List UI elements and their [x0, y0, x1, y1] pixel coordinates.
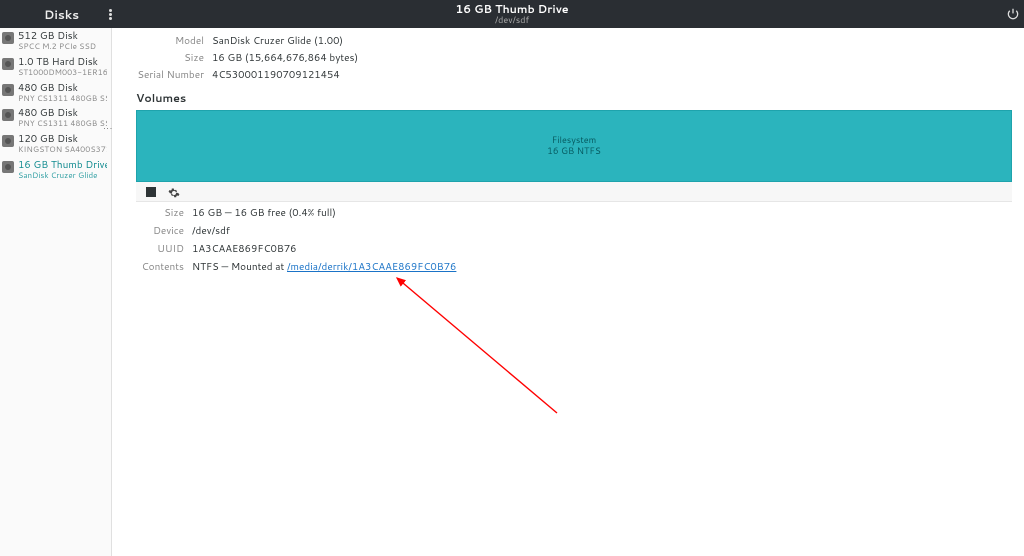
- unmount-button-icon[interactable]: [146, 187, 156, 197]
- sidebar-item-disk[interactable]: 480 GB Disk PNY CS1311 480GB SSD: [0, 105, 111, 131]
- sidebar-item-disk[interactable]: 512 GB Disk SPCC M.2 PCIe SSD: [0, 28, 111, 54]
- contents-prefix: NTFS — Mounted at: [192, 260, 287, 274]
- harddisk-icon: [2, 58, 14, 70]
- header-drive-info: 16 GB Thumb Drive /dev/sdf: [455, 3, 568, 25]
- size-value: 16 GB (15,664,676,864 bytes): [212, 51, 358, 65]
- sidebar-item-disk[interactable]: 1.0 TB Hard Disk ST1000DM003-1ER162: [0, 54, 111, 80]
- part-contents-label: Contents: [136, 260, 184, 274]
- disk-item-sub: PNY CS1311 480GB SSD: [18, 94, 107, 103]
- disk-item-sub: SPCC M.2 PCIe SSD: [18, 42, 96, 51]
- model-value: SanDisk Cruzer Glide (1.00): [212, 34, 343, 48]
- volume-settings-icon[interactable]: [168, 187, 178, 197]
- part-uuid-value: 1A3CAAE869FC0B76: [192, 242, 297, 256]
- model-label: Model: [136, 34, 204, 48]
- main-content: Model SanDisk Cruzer Glide (1.00) Size 1…: [112, 28, 1024, 556]
- part-uuid-label: UUID: [136, 242, 184, 256]
- harddisk-icon: [2, 135, 14, 147]
- size-label: Size: [136, 51, 204, 65]
- thumbdrive-icon: [2, 161, 14, 173]
- volume-partition[interactable]: Filesystem 16 GB NTFS: [136, 110, 1012, 182]
- serial-label: Serial Number: [136, 68, 204, 82]
- titlebar: Disks 16 GB Thumb Drive /dev/sdf: [0, 0, 1024, 28]
- serial-value: 4C530001190709121454: [212, 68, 340, 82]
- part-size-label: Size: [136, 206, 184, 220]
- annotation-arrow: [392, 273, 572, 423]
- volumes-heading: Volumes: [136, 90, 1012, 106]
- disk-item-sub: SanDisk Cruzer Glide: [18, 171, 107, 180]
- disk-item-sub: PNY CS1311 480GB SSD: [18, 119, 107, 128]
- harddisk-icon: [2, 32, 14, 44]
- mount-point-link[interactable]: /media/derrik/1A3CAAE869FC0B76: [287, 260, 456, 274]
- sidebar-item-disk[interactable]: 480 GB Disk PNY CS1311 480GB SSD: [0, 80, 111, 106]
- app-title: Disks: [44, 6, 79, 23]
- disk-item-sub: KINGSTON SA400S37120G: [18, 145, 107, 154]
- part-size-value: 16 GB — 16 GB free (0.4% full): [192, 206, 336, 220]
- power-off-icon[interactable]: [1006, 7, 1020, 21]
- harddisk-icon: [2, 84, 14, 96]
- app-menu-icon[interactable]: [109, 9, 112, 20]
- harddisk-icon: [2, 109, 14, 121]
- part-device-value: /dev/sdf: [192, 224, 230, 238]
- device-sidebar: 512 GB Disk SPCC M.2 PCIe SSD 1.0 TB Har…: [0, 28, 112, 556]
- disk-item-sub: ST1000DM003-1ER162: [18, 68, 107, 77]
- sidebar-item-disk[interactable]: 16 GB Thumb Drive SanDisk Cruzer Glide: [0, 157, 111, 183]
- part-contents-value: NTFS — Mounted at /media/derrik/1A3CAAE8…: [192, 260, 456, 274]
- sidebar-item-disk[interactable]: 120 GB Disk KINGSTON SA400S37120G: [0, 131, 111, 157]
- volume-toolbar: [136, 182, 1012, 202]
- part-device-label: Device: [136, 224, 184, 238]
- volume-fs-size: 16 GB NTFS: [547, 146, 601, 157]
